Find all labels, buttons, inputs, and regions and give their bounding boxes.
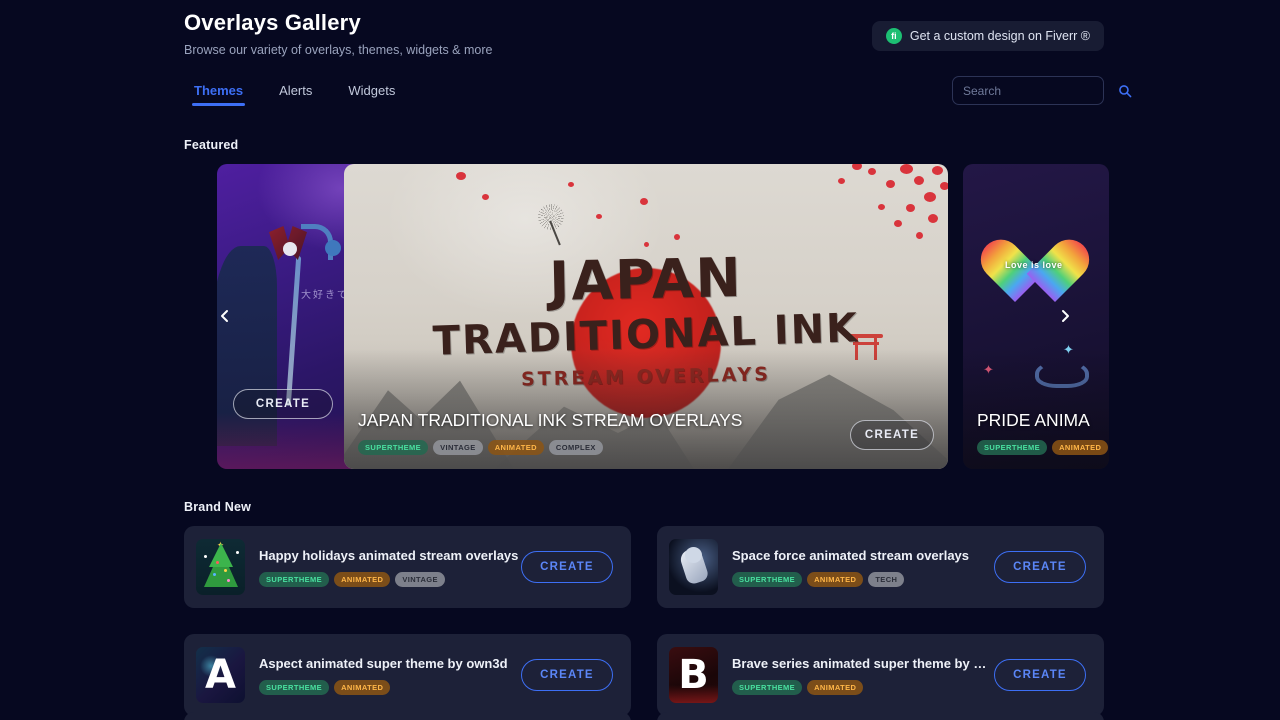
list-item-tags: SUPERTHEME ANIMATED TECH (732, 571, 994, 587)
list-item[interactable] (184, 712, 631, 720)
search-input[interactable] (963, 83, 1118, 98)
tag-animated: ANIMATED (1052, 440, 1109, 455)
slide-meta-active: JAPAN TRADITIONAL INK STREAM OVERLAYS SU… (358, 410, 828, 455)
create-button[interactable]: CREATE (994, 551, 1086, 583)
slide-title-active: JAPAN TRADITIONAL INK STREAM OVERLAYS (358, 410, 743, 430)
slide-tags-active: SUPERTHEME VINTAGE ANIMATED COMPLEX (358, 440, 828, 455)
brand-new-grid-next-row (184, 712, 1104, 720)
list-item[interactable]: Space force animated stream overlays SUP… (657, 526, 1104, 608)
tag-supertheme: SUPERTHEME (358, 440, 429, 455)
list-item-tags: SUPERTHEME ANIMATED VINTAGE (259, 571, 521, 587)
create-button-slide-active[interactable]: CREATE (850, 420, 934, 450)
page-subtitle: Browse our variety of overlays, themes, … (184, 43, 493, 57)
tag-vintage: VINTAGE (395, 571, 445, 587)
list-item[interactable]: B Brave series animated super theme by o… (657, 634, 1104, 716)
tag-supertheme: SUPERTHEME (259, 679, 330, 695)
tag-supertheme: SUPERTHEME (732, 571, 803, 587)
search-icon[interactable] (1118, 84, 1132, 98)
carousel-next-button[interactable] (1052, 303, 1078, 329)
letter-a-thumbnail: A (196, 647, 245, 703)
cherry-blossom-branch (718, 164, 948, 278)
list-item-body: Brave series animated super theme by own… (732, 656, 994, 695)
tag-animated: ANIMATED (487, 440, 544, 455)
list-item-body: Happy holidays animated stream overlays … (259, 548, 521, 587)
tag-animated: ANIMATED (334, 679, 391, 695)
list-item-title: Space force animated stream overlays (732, 547, 970, 563)
tag-supertheme: SUPERTHEME (732, 679, 803, 695)
tag-animated: ANIMATED (334, 571, 391, 587)
tab-widgets[interactable]: Widgets (340, 80, 403, 106)
list-item-tags: SUPERTHEME ANIMATED (259, 679, 521, 695)
tag-complex: COMPLEX (548, 440, 603, 455)
page-title: Overlays Gallery (184, 10, 361, 35)
carousel-prev-button[interactable] (212, 303, 238, 329)
fiverr-icon: fi (885, 28, 902, 44)
letter-b-thumbnail: B (669, 647, 718, 703)
create-button-slide-previous[interactable]: CREATE (233, 389, 333, 419)
list-item-title: Brave series animated super theme by own… (732, 655, 994, 671)
fiverr-button-label: Get a custom design on Fiverr ® (909, 29, 1090, 43)
thumbnail-letter: B (678, 652, 709, 698)
astronaut-thumbnail (669, 539, 718, 595)
featured-section-title: Featured (184, 138, 239, 152)
list-item-title: Happy holidays animated stream overlays (259, 547, 519, 563)
brand-new-grid: ✦ Happy holidays animated stream overlay… (184, 526, 1104, 716)
slide-meta-next: PRIDE ANIMA SUPERTHEME ANIMATED (977, 410, 1109, 455)
list-item-body: Space force animated stream overlays SUP… (732, 548, 994, 587)
dandelion-icon (534, 200, 568, 234)
brand-new-section-title: Brand New (184, 500, 252, 514)
overlays-gallery-page: Overlays Gallery Browse our variety of o… (0, 0, 1280, 720)
list-item[interactable] (657, 712, 1104, 720)
christmas-tree-thumbnail: ✦ (196, 539, 245, 595)
list-item-tags: SUPERTHEME ANIMATED (732, 679, 994, 695)
thumbnail-letter: A (205, 652, 236, 698)
tag-supertheme: SUPERTHEME (977, 440, 1048, 455)
carousel-slide-next[interactable]: Love is love ✦ ✦ PRIDE ANIMA SUPERTHEME … (963, 164, 1109, 469)
tag-tech: TECH (868, 571, 905, 587)
tag-animated: ANIMATED (807, 571, 864, 587)
list-item[interactable]: A Aspect animated super theme by own3d S… (184, 634, 631, 716)
tag-vintage: VINTAGE (433, 440, 483, 455)
fiverr-custom-design-button[interactable]: fi Get a custom design on Fiverr ® (871, 21, 1104, 51)
tag-animated: ANIMATED (807, 679, 864, 695)
list-item-body: Aspect animated super theme by own3d SUP… (259, 656, 521, 695)
slide-title-next: PRIDE ANIMA (977, 410, 1090, 430)
gallery-tabs: Themes Alerts Widgets (186, 80, 403, 106)
search-box[interactable] (952, 76, 1132, 105)
carousel-slide-active[interactable]: JAPAN TRADITIONAL INK STREAM OVERLAYS JA… (344, 164, 948, 469)
tab-themes[interactable]: Themes (186, 80, 251, 106)
rainbow-heart-icon (996, 242, 1074, 306)
tag-supertheme: SUPERTHEME (259, 571, 330, 587)
create-button[interactable]: CREATE (521, 659, 613, 691)
page-header: Overlays Gallery Browse our variety of o… (184, 10, 492, 58)
carousel-slide-previous[interactable]: 大好きです CREATE (217, 164, 363, 469)
heart-label: Love is love (1005, 260, 1063, 270)
slide-artwork-anime: 大好きです (217, 164, 363, 469)
featured-carousel: 大好きです CREATE JAPAN TRADITIONAL INK JAPAN… (184, 164, 1109, 469)
create-button[interactable]: CREATE (521, 551, 613, 583)
create-button[interactable]: CREATE (994, 659, 1086, 691)
list-item[interactable]: ✦ Happy holidays animated stream overlay… (184, 526, 631, 608)
tab-alerts[interactable]: Alerts (271, 80, 320, 106)
slide-tags-next: SUPERTHEME ANIMATED (977, 440, 1109, 455)
list-item-title: Aspect animated super theme by own3d (259, 655, 508, 671)
